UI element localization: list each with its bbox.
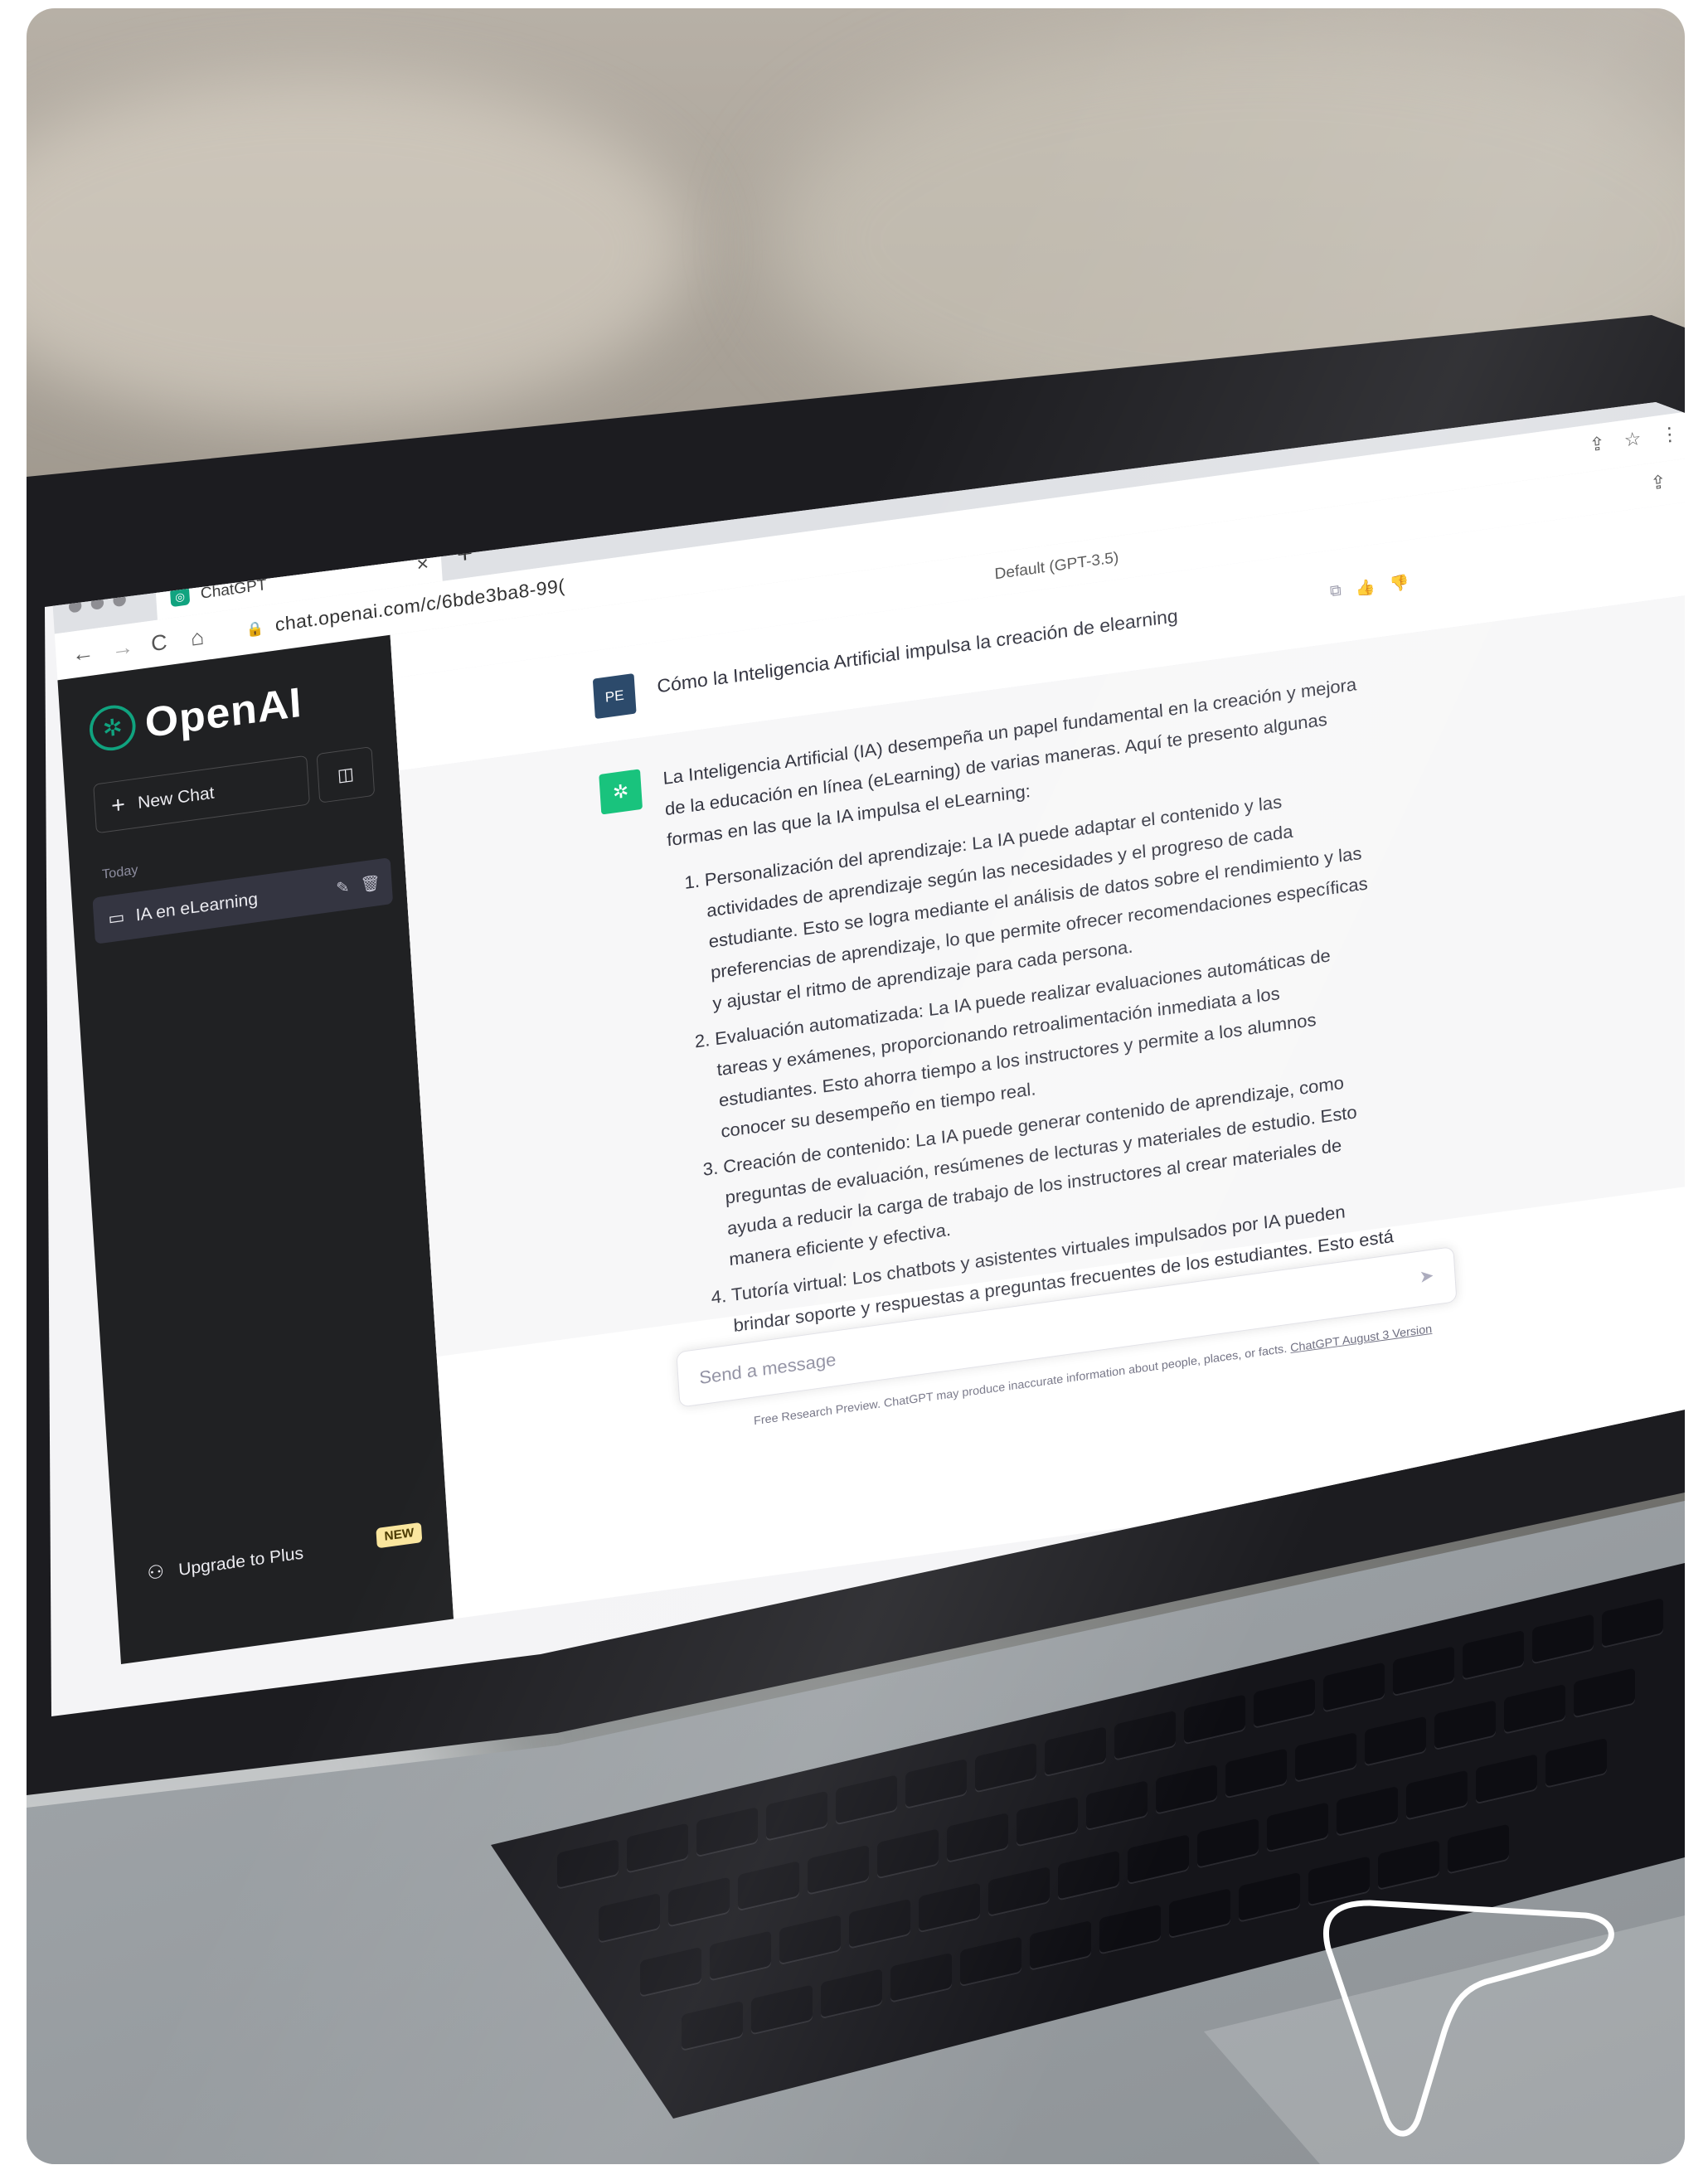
upgrade-label: Upgrade to Plus bbox=[177, 1542, 304, 1580]
plus-icon: + bbox=[110, 791, 126, 819]
photo-background: ◎ ChatGPT × + ⌄ ← → C ⌂ 🔒chat.openai.com… bbox=[27, 8, 1685, 2164]
sidebar-toggle-icon: ◫ bbox=[337, 763, 355, 785]
browser-menu-icon[interactable]: ⋮ bbox=[1659, 422, 1680, 447]
logo-text: OpenAI bbox=[143, 678, 303, 747]
copy-icon[interactable]: ⧉ bbox=[1329, 582, 1342, 603]
model-label: Default (GPT-3.5) bbox=[993, 548, 1119, 583]
sidebar-toggle-button[interactable]: ◫ bbox=[316, 746, 376, 803]
edit-pencil-icon[interactable]: ✎ bbox=[336, 876, 351, 897]
chatgpt-avatar-icon: ✲ bbox=[599, 769, 643, 815]
forward-arrow-icon[interactable]: → bbox=[111, 634, 135, 662]
send-icon[interactable]: ➤ bbox=[1419, 1265, 1434, 1288]
openai-logo-icon: ✲ bbox=[88, 702, 138, 754]
share-icon[interactable]: ⇪ bbox=[1650, 471, 1667, 496]
reload-icon[interactable]: C bbox=[150, 629, 167, 656]
new-chat-button[interactable]: + New Chat bbox=[93, 755, 310, 834]
section-label-today: Today bbox=[101, 862, 138, 882]
back-arrow-icon[interactable]: ← bbox=[71, 639, 95, 667]
user-icon: ⚇ bbox=[146, 1561, 165, 1585]
sidebar: ✲ OpenAI + New Chat ◫ Today ▭ IA en eLea… bbox=[57, 634, 454, 1664]
thumbs-down-icon[interactable]: 👎 bbox=[1389, 572, 1410, 594]
thumbs-up-icon[interactable]: 👍 bbox=[1355, 577, 1376, 599]
new-chat-label: New Chat bbox=[137, 782, 216, 813]
share-page-icon[interactable]: ⇪ bbox=[1589, 432, 1606, 457]
home-icon[interactable]: ⌂ bbox=[190, 624, 205, 651]
user-avatar: PE bbox=[592, 673, 637, 720]
trash-icon[interactable]: 🗑 bbox=[360, 872, 381, 895]
chat-item-label: IA en eLearning bbox=[134, 888, 259, 925]
chat-bubble-icon: ▭ bbox=[107, 906, 126, 929]
new-badge: NEW bbox=[376, 1522, 423, 1549]
bookmark-star-icon[interactable]: ☆ bbox=[1623, 427, 1642, 452]
chat-main: Default (GPT-3.5) ⇪ PE Cómo la Inteligen… bbox=[390, 454, 1685, 1619]
openai-logo: ✲ OpenAI bbox=[88, 678, 303, 755]
message-actions: ⧉ 👍 👎 bbox=[1329, 572, 1410, 602]
lock-icon: 🔒 bbox=[245, 620, 265, 638]
brand-outline-icon bbox=[1322, 1900, 1614, 2137]
upgrade-to-plus-button[interactable]: ⚇ Upgrade to Plus bbox=[147, 1541, 304, 1585]
background-blur bbox=[27, 75, 690, 423]
address-actions: ⇪ ☆ ⋮ bbox=[1589, 422, 1680, 457]
